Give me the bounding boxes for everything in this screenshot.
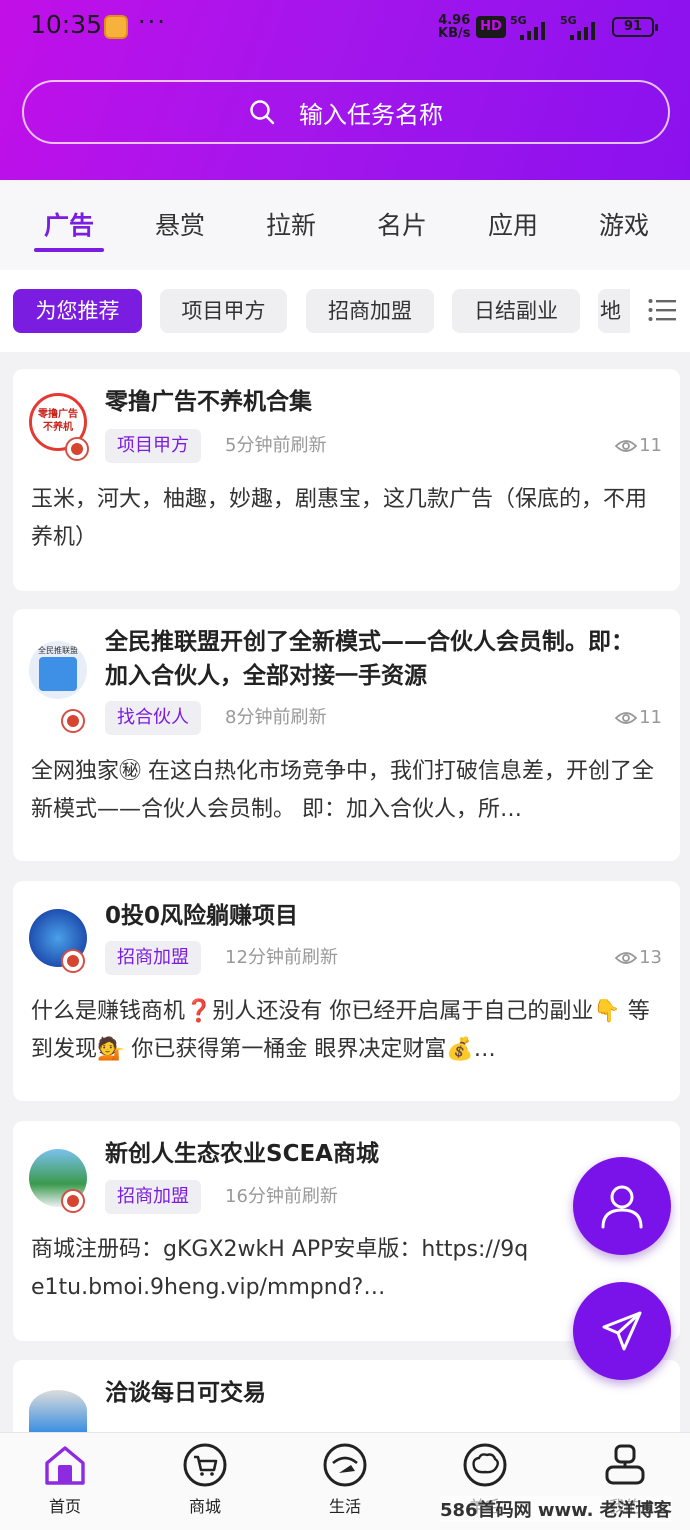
post-tag[interactable]: 招商加盟: [105, 1180, 201, 1214]
post-time: 5分钟前刷新: [225, 435, 327, 456]
battery-icon: 91: [612, 17, 658, 37]
vip-badge-icon: [61, 1189, 85, 1213]
more-notifications-icon: ···: [138, 8, 167, 36]
post-body: 全网独家㊙ 在这白热化市场竞争中，我们打破信息差，开创了全新模式——合伙人会员制…: [31, 759, 654, 822]
header: 10:35 ··· 4.96 KB/s HD 5G 5G 91 输入任务名称: [0, 0, 690, 180]
notification-app-icon: [104, 15, 128, 39]
search-icon: [250, 100, 275, 125]
tab-games[interactable]: 游戏: [579, 206, 669, 242]
eye-icon: [615, 440, 638, 452]
nav-mall-label: 商城: [188, 1497, 221, 1516]
nav-home[interactable]: 首页: [25, 1443, 105, 1517]
nav-life-label: 生活: [328, 1497, 361, 1516]
tab-ads[interactable]: 广告: [24, 206, 114, 242]
chip-recommended[interactable]: 为您推荐: [13, 289, 142, 333]
post-body: 什么是赚钱商机❓别人还没有 你已经开启属于自己的副业👇 等到发现💁 你已获得第一…: [31, 999, 650, 1062]
post-title: 新创人生态农业SCEA商城: [105, 1141, 379, 1167]
category-tabs: 广告 悬赏 拉新 名片 应用 游戏: [0, 180, 690, 270]
post-title: 0投0风险躺赚项目: [105, 903, 299, 929]
post-body: 商城注册码：gKGX2wkH APP安卓版：https://9qe1tu.bmo…: [31, 1237, 529, 1300]
watermark: 586首码网 www. 老洋博客: [440, 1496, 672, 1522]
search-placeholder: 输入任务名称: [299, 100, 443, 129]
status-time: 10:35: [30, 10, 103, 39]
post-avatar[interactable]: [29, 1390, 87, 1432]
post-title: 零撸广告不养机合集: [105, 389, 312, 415]
signal-sim2-icon: 5G: [560, 14, 602, 40]
life-icon: [323, 1443, 367, 1487]
vip-badge-icon: [65, 437, 89, 461]
post-card[interactable]: 全民推联盟 全民推联盟开创了全新模式——合伙人会员制。即：加入合伙人，全部对接一…: [13, 609, 680, 861]
chip-daily-side-job[interactable]: 日结副业: [452, 289, 580, 333]
vip-badge-icon: [61, 949, 85, 973]
tab-apps[interactable]: 应用: [468, 206, 558, 242]
post-time: 12分钟前刷新: [225, 947, 338, 968]
post-views: 11: [615, 429, 662, 463]
post-body: 玉米，河大，柚趣，妙趣，剧惠宝，这几款广告（保底的，不用养机）: [31, 487, 648, 550]
post-views: 11: [615, 701, 662, 735]
avatar-logo-text: 全民推联盟: [38, 646, 78, 655]
network-speed-unit: KB/s: [438, 26, 471, 41]
post-views: 13: [615, 941, 662, 975]
chip-project-owner[interactable]: 项目甲方: [160, 289, 287, 333]
chip-franchise[interactable]: 招商加盟: [306, 289, 434, 333]
hd-voice-icon: HD: [476, 16, 506, 38]
tab-active-indicator: [34, 248, 104, 252]
list-menu-icon[interactable]: [648, 298, 676, 322]
post-card[interactable]: 0投0风险躺赚项目 招商加盟 12分钟前刷新 13 什么是赚钱商机❓别人还没有 …: [13, 881, 680, 1101]
vip-badge-icon: [61, 709, 85, 733]
filter-chips: 为您推荐 项目甲方 招商加盟 日结副业 地: [0, 270, 690, 352]
post-views-count: 11: [639, 707, 662, 728]
post-title: 全民推联盟开创了全新模式——合伙人会员制。即：加入合伙人，全部对接一手资源: [105, 629, 634, 689]
nav-home-label: 首页: [48, 1497, 81, 1516]
post-views-count: 13: [639, 947, 662, 968]
home-icon: [45, 1446, 85, 1485]
nav-life[interactable]: 生活: [305, 1443, 385, 1517]
post-tag[interactable]: 招商加盟: [105, 941, 201, 975]
user-icon: [601, 1185, 643, 1229]
send-fab[interactable]: [573, 1282, 671, 1380]
post-tag[interactable]: 找合伙人: [105, 701, 201, 735]
send-icon: [602, 1311, 642, 1351]
signal-sim1-icon: 5G: [510, 14, 552, 40]
eye-icon: [615, 712, 638, 724]
cart-icon: [183, 1443, 227, 1487]
eye-icon: [615, 952, 638, 964]
sheep-icon: [463, 1443, 507, 1487]
avatar-logo-text: 零撸广告 不养机: [38, 409, 78, 433]
profile-icon: [605, 1444, 645, 1485]
tab-referral[interactable]: 拉新: [246, 206, 336, 242]
post-card[interactable]: 零撸广告 不养机 零撸广告不养机合集 项目甲方 5分钟前刷新 11 玉米，河大，…: [13, 369, 680, 591]
post-views-count: 11: [639, 435, 662, 456]
post-tag[interactable]: 项目甲方: [105, 429, 201, 463]
post-card[interactable]: 洽谈每日可交易: [13, 1360, 680, 1432]
post-avatar[interactable]: 全民推联盟: [29, 641, 87, 699]
post-title: 洽谈每日可交易: [105, 1380, 266, 1406]
tab-bounty[interactable]: 悬赏: [135, 206, 225, 242]
nav-mall[interactable]: 商城: [165, 1443, 245, 1517]
search-input[interactable]: 输入任务名称: [22, 80, 670, 144]
network-speed: 4.96 KB/s: [438, 14, 470, 40]
profile-fab[interactable]: [573, 1157, 671, 1255]
status-bar: 10:35 ··· 4.96 KB/s HD 5G 5G 91: [0, 0, 690, 56]
tab-business-card[interactable]: 名片: [357, 206, 447, 242]
post-time: 8分钟前刷新: [225, 707, 327, 728]
post-time: 16分钟前刷新: [225, 1186, 338, 1207]
